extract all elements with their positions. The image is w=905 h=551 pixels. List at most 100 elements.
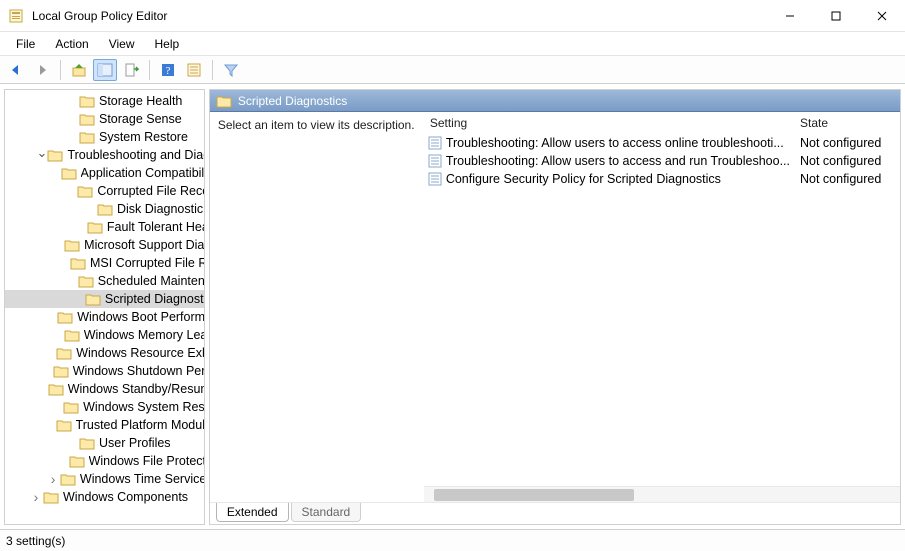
folder-icon	[70, 256, 86, 270]
tree-item[interactable]: MSI Corrupted File Recovery	[5, 254, 204, 272]
tree-item-label: Windows Shutdown Performance Diagnostics	[73, 362, 204, 380]
list-item[interactable]: Troubleshooting: Allow users to access a…	[424, 152, 900, 170]
tree-item-label: Windows Resource Exhaustion Detection	[76, 344, 204, 362]
folder-icon	[64, 238, 80, 252]
list-item[interactable]: Configure Security Policy for Scripted D…	[424, 170, 900, 188]
help-button[interactable]: ?	[156, 59, 180, 81]
tree-item-label: Trusted Platform Module Services	[76, 416, 204, 434]
maximize-button[interactable]	[813, 0, 859, 32]
menu-view[interactable]: View	[99, 32, 145, 56]
tree-item-label: Windows Memory Leak Diagnosis	[84, 326, 204, 344]
tree-item[interactable]: System Restore	[5, 128, 204, 146]
setting-state: Not configured	[800, 154, 900, 168]
tree-item[interactable]: Windows Shutdown Performance Diagnostics	[5, 362, 204, 380]
tree-item-label: Windows System Responsiveness	[83, 398, 204, 416]
tree-item-label: Corrupted File Recovery	[97, 182, 203, 200]
filter-button[interactable]	[219, 59, 243, 81]
tree-item[interactable]: Scripted Diagnostics	[5, 290, 204, 308]
tree-item[interactable]: Corrupted File Recovery	[5, 182, 204, 200]
tree-item-label: Windows Components	[63, 488, 188, 506]
tree-item[interactable]: Windows File Protection	[5, 452, 204, 470]
menubar: File Action View Help	[0, 32, 905, 56]
folder-icon	[85, 292, 101, 306]
forward-button[interactable]	[30, 59, 54, 81]
tree-item[interactable]: User Profiles	[5, 434, 204, 452]
column-state[interactable]: State	[800, 116, 900, 130]
details-pane: Scripted Diagnostics Select an item to v…	[209, 89, 901, 525]
tree-item-label: Storage Health	[99, 92, 182, 110]
folder-icon	[63, 400, 79, 414]
scrollbar-thumb[interactable]	[434, 489, 634, 501]
menu-file[interactable]: File	[6, 32, 45, 56]
app-icon	[8, 8, 24, 24]
folder-icon	[43, 490, 59, 504]
tree-item[interactable]: Windows Boot Performance Diagnostics	[5, 308, 204, 326]
tree-item[interactable]: Application Compatibility Diagnostics	[5, 164, 204, 182]
folder-icon	[79, 94, 95, 108]
setting-state: Not configured	[800, 136, 900, 150]
tree-item[interactable]: Windows Standby/Resume Performance Diagn…	[5, 380, 204, 398]
folder-icon	[97, 202, 113, 216]
description-pane: Select an item to view its description.	[210, 112, 424, 502]
tab-extended[interactable]: Extended	[216, 503, 289, 522]
tree-item[interactable]: Disk Diagnostic	[5, 200, 204, 218]
folder-icon	[47, 148, 63, 162]
tree-item[interactable]: Scheduled Maintenance	[5, 272, 204, 290]
folder-icon	[69, 454, 85, 468]
content: Storage HealthStorage SenseSystem Restor…	[0, 84, 905, 529]
horizontal-scrollbar[interactable]	[424, 486, 900, 502]
folder-icon	[53, 364, 69, 378]
export-button[interactable]	[119, 59, 143, 81]
svg-text:?: ?	[166, 65, 171, 77]
titlebar: Local Group Policy Editor	[0, 0, 905, 32]
tree-item[interactable]: › Windows Components	[5, 488, 204, 506]
setting-name: Configure Security Policy for Scripted D…	[446, 172, 800, 186]
menu-action[interactable]: Action	[45, 32, 98, 56]
menu-help[interactable]: Help	[145, 32, 190, 56]
list-item[interactable]: Troubleshooting: Allow users to access o…	[424, 134, 900, 152]
minimize-button[interactable]	[767, 0, 813, 32]
tree-item[interactable]: Fault Tolerant Heap	[5, 218, 204, 236]
close-button[interactable]	[859, 0, 905, 32]
tree-item-label: Troubleshooting and Diagnostics	[67, 146, 203, 164]
tree-item-label: User Profiles	[99, 434, 171, 452]
folder-icon	[64, 328, 80, 342]
tree-item[interactable]: Trusted Platform Module Services	[5, 416, 204, 434]
tree-item[interactable]: ⌄ Troubleshooting and Diagnostics	[5, 146, 204, 164]
setting-state: Not configured	[800, 172, 900, 186]
folder-icon	[60, 472, 76, 486]
folder-icon	[61, 166, 77, 180]
setting-name: Troubleshooting: Allow users to access a…	[446, 154, 800, 168]
settings-list: Setting State Troubleshooting: Allow use…	[424, 112, 900, 502]
tab-standard[interactable]: Standard	[291, 503, 362, 522]
back-button[interactable]	[4, 59, 28, 81]
tree-item-label: Fault Tolerant Heap	[107, 218, 204, 236]
tree-item-label: System Restore	[99, 128, 188, 146]
tree-item[interactable]: Windows System Responsiveness	[5, 398, 204, 416]
chevron-right-icon[interactable]: ›	[46, 470, 60, 488]
up-button[interactable]	[67, 59, 91, 81]
folder-icon	[79, 130, 95, 144]
status-text: 3 setting(s)	[6, 534, 65, 548]
description-text: Select an item to view its description.	[218, 118, 415, 132]
list-header[interactable]: Setting State	[424, 112, 900, 134]
tree-item[interactable]: Windows Resource Exhaustion Detection	[5, 344, 204, 362]
tree-item[interactable]: Microsoft Support Diagnostic Tool	[5, 236, 204, 254]
tree-item-label: MSI Corrupted File Recovery	[90, 254, 204, 272]
tree-item-label: Windows Time Service	[80, 470, 204, 488]
tree-item[interactable]: Storage Sense	[5, 110, 204, 128]
folder-icon	[57, 310, 73, 324]
chevron-right-icon[interactable]: ›	[29, 488, 43, 506]
tree-item-label: Scheduled Maintenance	[98, 272, 204, 290]
tree-item[interactable]: Storage Health	[5, 92, 204, 110]
tree-item[interactable]: › Windows Time Service	[5, 470, 204, 488]
show-tree-button[interactable]	[93, 59, 117, 81]
window-title: Local Group Policy Editor	[32, 9, 767, 23]
column-setting[interactable]: Setting	[424, 116, 800, 130]
properties-button[interactable]	[182, 59, 206, 81]
folder-icon	[77, 184, 93, 198]
tree-item-label: Storage Sense	[99, 110, 182, 128]
tree-pane[interactable]: Storage HealthStorage SenseSystem Restor…	[4, 89, 205, 525]
tree-item[interactable]: Windows Memory Leak Diagnosis	[5, 326, 204, 344]
chevron-down-icon[interactable]: ⌄	[37, 144, 48, 162]
